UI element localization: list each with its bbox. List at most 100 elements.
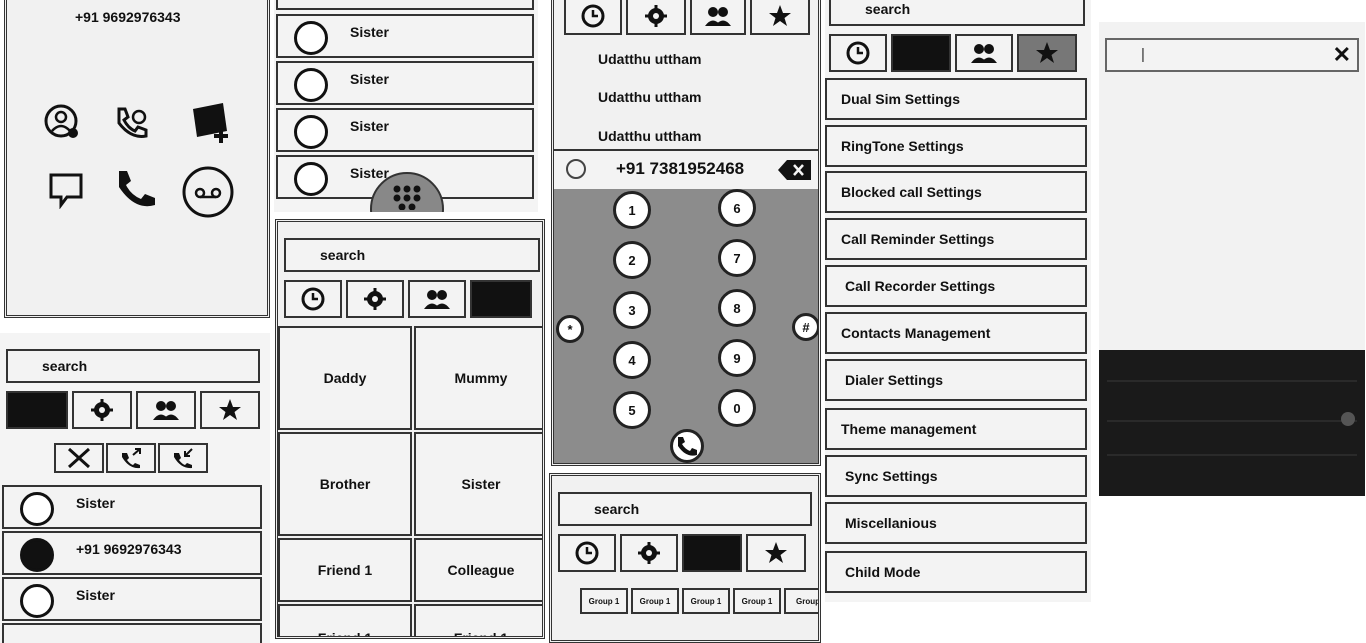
settings-item-theme[interactable]: Theme management <box>825 408 1087 450</box>
tab-settings[interactable] <box>626 0 686 35</box>
settings-item-ringtone[interactable]: RingTone Settings <box>825 125 1087 167</box>
tab-contacts[interactable] <box>955 34 1013 72</box>
tab-settings[interactable] <box>891 34 951 72</box>
search-placeholder: search <box>42 358 88 374</box>
favorite-contact-tile[interactable]: Mummy <box>414 326 542 430</box>
call-log-row[interactable]: +91 9692976343 <box>2 531 262 575</box>
call-settings-icon[interactable] <box>111 103 151 143</box>
group-chip[interactable]: Group 1 <box>733 588 781 614</box>
suggestion-item[interactable]: Udatthu uttham <box>598 51 701 67</box>
settings-item-blocked-call[interactable]: Blocked call Settings <box>825 171 1087 213</box>
group-chip[interactable]: Group 1 <box>682 588 730 614</box>
suggestion-item[interactable]: Udatthu uttham <box>598 89 701 105</box>
favorite-contact-tile[interactable]: Sister <box>414 432 542 536</box>
on-screen-keyboard[interactable] <box>1099 350 1365 496</box>
tab-contacts[interactable] <box>682 534 742 572</box>
group-chip[interactable]: Group <box>784 588 818 614</box>
favorite-contact-tile[interactable]: Brother <box>278 432 412 536</box>
dial-key[interactable]: 6 <box>718 189 756 227</box>
favorite-contact-tile[interactable]: Friend 1 <box>414 604 542 636</box>
settings-item-label: Theme management <box>841 421 977 437</box>
missed-call-icon <box>67 447 91 469</box>
tab-favorites[interactable] <box>470 280 532 318</box>
dial-key[interactable]: 3 <box>613 291 651 329</box>
tab-recents[interactable] <box>284 280 342 318</box>
tab-settings[interactable] <box>72 391 132 429</box>
row-label: +91 9692976343 <box>76 541 182 557</box>
settings-item-miscellanious[interactable]: Miscellanious <box>825 502 1087 544</box>
search-input[interactable]: | ✕ <box>1105 38 1359 72</box>
settings-item-label: Blocked call Settings <box>841 184 982 200</box>
suggestion-item[interactable]: Udatthu uttham <box>598 128 701 144</box>
settings-item-dual-sim[interactable]: Dual Sim Settings <box>825 78 1087 120</box>
tab-settings[interactable] <box>346 280 404 318</box>
tab-favorites[interactable] <box>200 391 260 429</box>
tab-favorites[interactable] <box>750 0 810 35</box>
dial-key[interactable]: 9 <box>718 339 756 377</box>
tab-bar <box>284 280 532 318</box>
search-field[interactable]: search <box>829 0 1085 26</box>
tab-contacts[interactable] <box>690 0 746 35</box>
call-icon[interactable] <box>113 167 157 211</box>
settings-item-label: Call Recorder Settings <box>845 278 996 294</box>
tab-favorites[interactable] <box>746 534 806 572</box>
tab-favorites[interactable] <box>1017 34 1077 72</box>
tab-bar <box>829 34 1077 72</box>
call-log-row[interactable]: Sister <box>2 485 262 529</box>
favorite-contact-tile[interactable]: Friend 1 <box>278 538 412 602</box>
list-item[interactable]: Sister <box>276 108 534 152</box>
dial-key[interactable]: 8 <box>718 289 756 327</box>
dial-key[interactable]: 4 <box>613 341 651 379</box>
keyboard-search-panel: | ✕ <box>1099 22 1365 496</box>
favorite-contact-tile[interactable]: Friend 1 <box>278 604 412 636</box>
call-log-row[interactable] <box>2 623 262 643</box>
group-chip[interactable]: Group 1 <box>580 588 628 614</box>
backspace-icon[interactable] <box>778 159 812 181</box>
settings-item-label: Miscellanious <box>845 515 937 531</box>
settings-item-child-mode[interactable]: Child Mode <box>825 551 1087 593</box>
add-note-icon[interactable] <box>183 97 233 147</box>
tab-bar <box>6 391 260 429</box>
list-item[interactable]: Sister <box>276 14 534 58</box>
dial-key[interactable]: 0 <box>718 389 756 427</box>
mic-icon[interactable] <box>1341 412 1355 426</box>
dial-key-hash[interactable]: # <box>792 313 818 341</box>
dial-key[interactable]: 2 <box>613 241 651 279</box>
dial-key[interactable]: 7 <box>718 239 756 277</box>
favorite-contact-tile[interactable]: Colleague <box>414 538 542 602</box>
dial-key-star[interactable]: * <box>556 315 584 343</box>
tab-contacts[interactable] <box>408 280 466 318</box>
settings-item-sync[interactable]: Sync Settings <box>825 455 1087 497</box>
tab-recents[interactable] <box>6 391 68 429</box>
search-field[interactable]: search <box>558 492 812 526</box>
close-icon[interactable]: ✕ <box>1333 42 1351 68</box>
tab-contacts[interactable] <box>136 391 196 429</box>
view-contact-icon[interactable] <box>43 103 83 143</box>
search-field[interactable]: search <box>6 349 260 383</box>
contacts-icon <box>705 7 731 26</box>
settings-item-call-reminder[interactable]: Call Reminder Settings <box>825 218 1087 260</box>
group-chip[interactable]: Group 1 <box>631 588 679 614</box>
favorite-contact-tile[interactable]: Daddy <box>278 326 412 430</box>
settings-item-dialer[interactable]: Dialer Settings <box>825 359 1087 401</box>
star-icon <box>765 542 787 563</box>
settings-item-call-recorder[interactable]: Call Recorder Settings <box>825 265 1087 307</box>
filter-outgoing[interactable] <box>106 443 156 473</box>
settings-item-contacts-management[interactable]: Contacts Management <box>825 312 1087 354</box>
filter-missed[interactable] <box>54 443 104 473</box>
message-icon[interactable] <box>47 169 87 210</box>
contact-avatar <box>20 584 54 618</box>
dial-key[interactable]: 5 <box>613 391 651 429</box>
tab-recents[interactable] <box>829 34 887 72</box>
call-button[interactable] <box>670 429 704 463</box>
voicemail-icon[interactable] <box>181 165 235 219</box>
tab-recents[interactable] <box>564 0 622 35</box>
dial-key[interactable]: 1 <box>613 191 651 229</box>
call-log-row[interactable]: Sister <box>2 577 262 621</box>
list-item[interactable]: Sister <box>276 61 534 105</box>
tab-recents[interactable] <box>558 534 616 572</box>
list-item[interactable] <box>276 0 534 10</box>
filter-incoming[interactable] <box>158 443 208 473</box>
tab-settings[interactable] <box>620 534 678 572</box>
search-field[interactable]: search <box>284 238 540 272</box>
